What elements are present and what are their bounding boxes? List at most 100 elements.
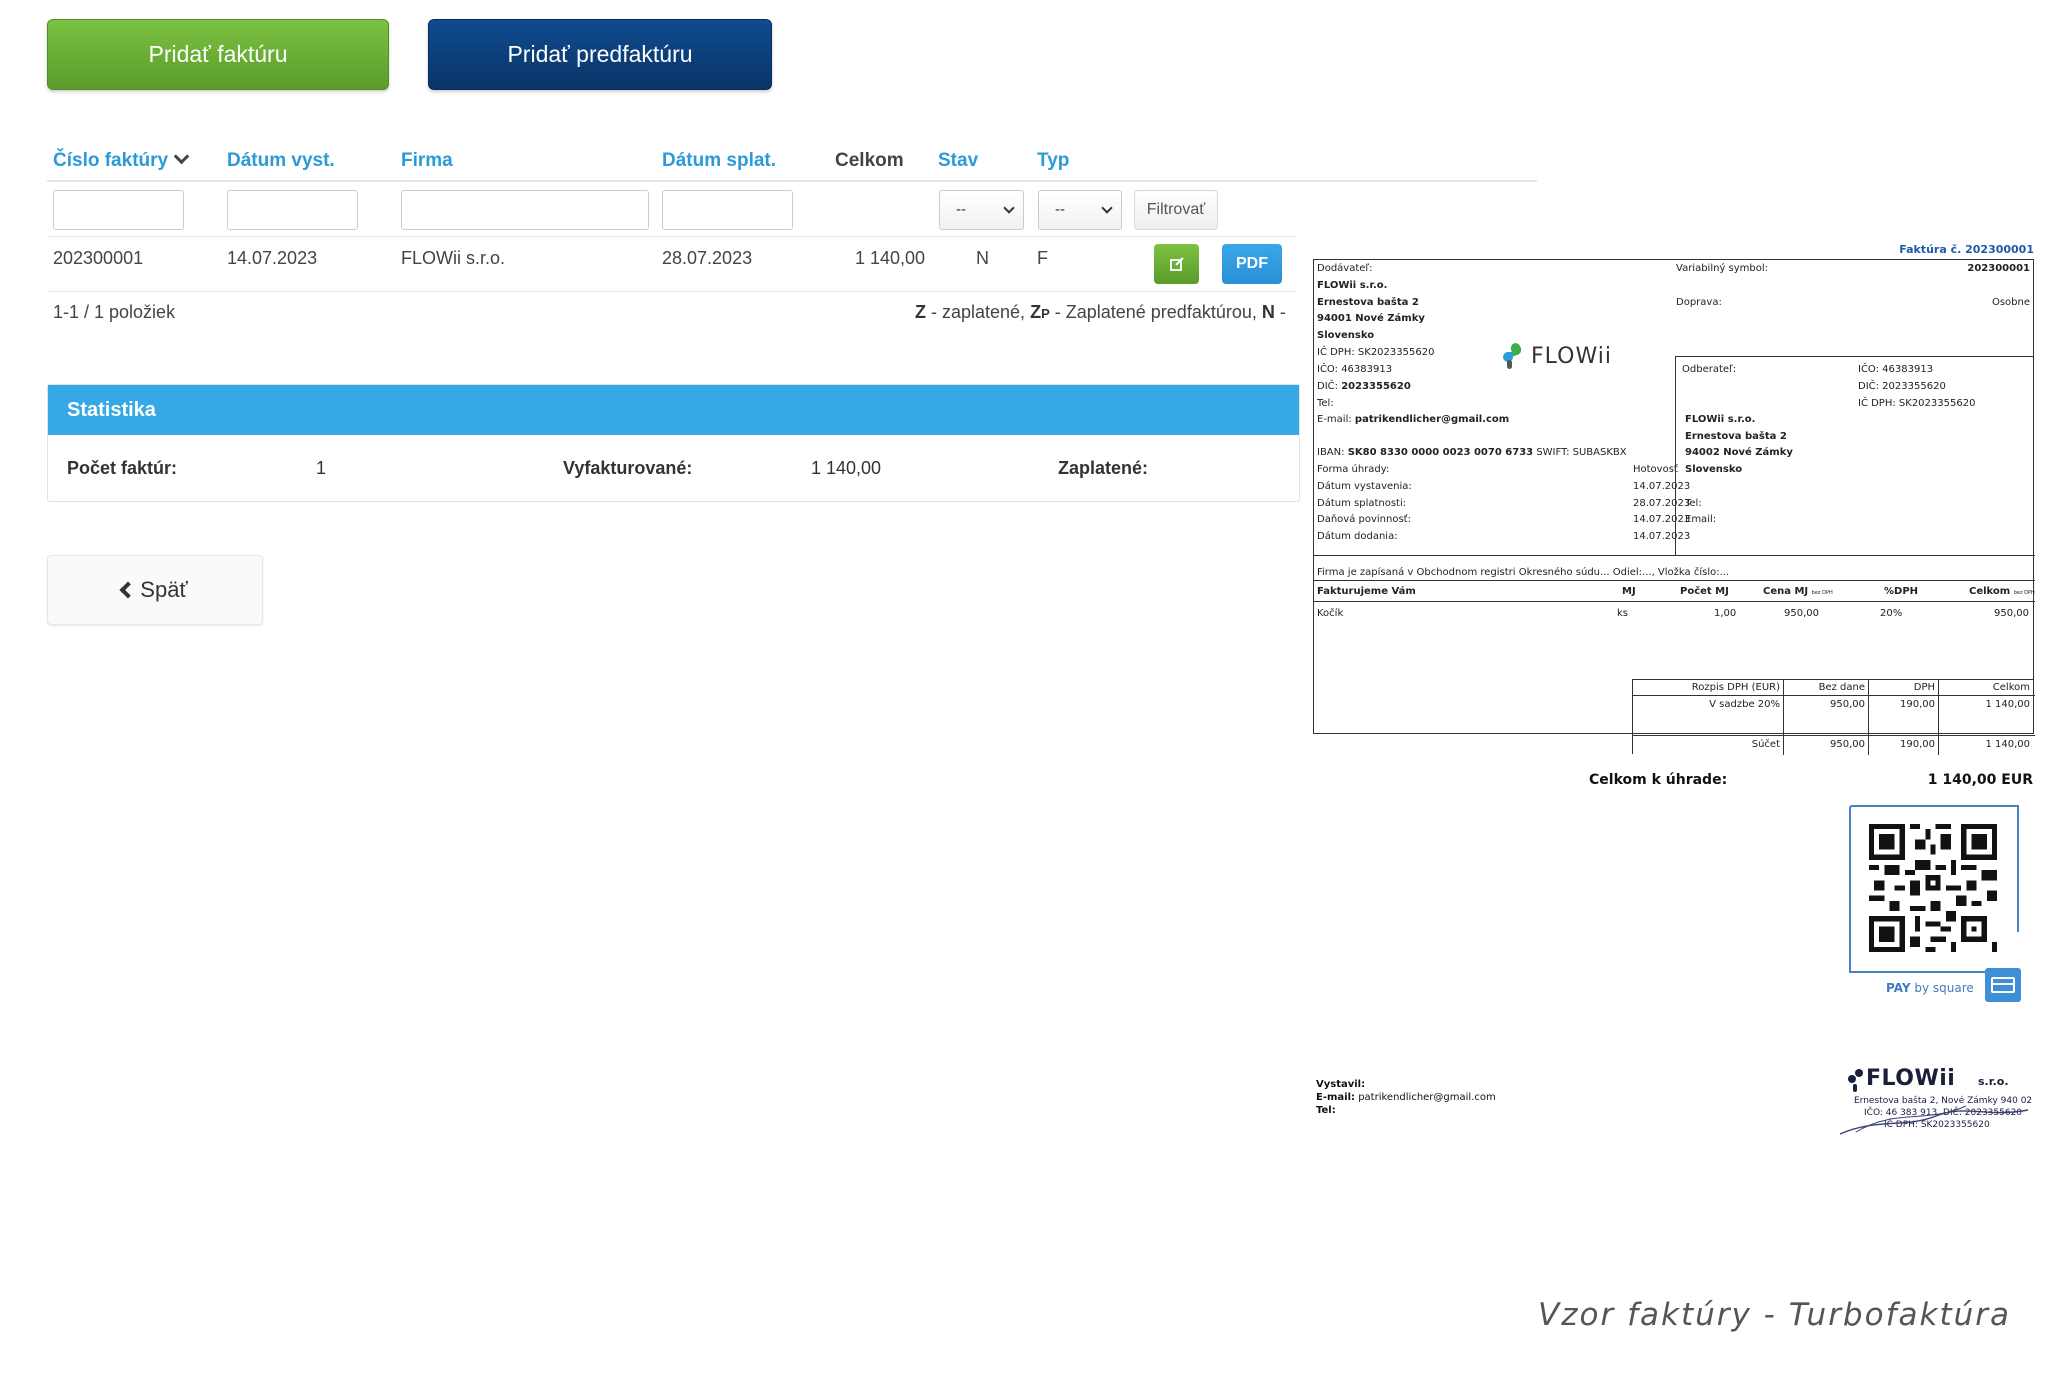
legend-zp-text: - Zaplatené predfaktúrou, [1049, 302, 1262, 322]
customer-label: Odberateľ: [1682, 364, 1737, 375]
issuer-label: Vystavil: [1316, 1079, 1366, 1090]
vat-sum-cell: 1 140,00 [1985, 739, 2030, 750]
column-due-date[interactable]: Dátum splat. [662, 150, 776, 172]
back-button[interactable]: Späť [47, 555, 263, 625]
items-header-price: Cena MJ bez DPH [1763, 586, 1833, 597]
chevron-down-icon [1101, 202, 1113, 214]
invoice-count-label: Počet faktúr: [67, 458, 178, 478]
edit-button[interactable] [1154, 244, 1199, 284]
variable-symbol-value: 202300001 [1967, 263, 2030, 274]
customer-ico: IČO: 46383913 [1858, 364, 1934, 375]
date-label: Dátum splatnosti: [1317, 498, 1407, 509]
transport-label: Doprava: [1676, 297, 1722, 308]
payment-method-value: Hotovosť [1633, 464, 1678, 475]
issuer-block: Vystavil: E-mail: patrikendlicher@gmail.… [1316, 1078, 1496, 1117]
customer-email: Email: [1685, 514, 1717, 525]
item-desc: Kočík [1317, 608, 1344, 619]
items-header-qty: Počet MJ [1680, 586, 1729, 597]
vat-header: Celkom [1992, 682, 2030, 693]
signature-icon [1839, 1105, 2029, 1135]
price-note: bez DPH [1811, 590, 1833, 596]
email-value: patrikendlicher@gmail.com [1354, 414, 1510, 425]
cell-type: F [1037, 248, 1048, 268]
divider [1314, 601, 2035, 602]
supplier-ico: IČO: 46383913 [1317, 364, 1392, 375]
supplier-tel: Tel: [1317, 398, 1334, 409]
statistics-title: Statistika [48, 385, 1299, 435]
add-proforma-button[interactable]: Pridať predfaktúru [428, 19, 772, 90]
date-value: 14.07.2023 [1633, 531, 1691, 542]
ico-label: IČO: [1317, 364, 1338, 375]
chevron-left-icon [119, 581, 137, 599]
dic-value: 2023355620 [1341, 381, 1411, 392]
back-label: Späť [140, 577, 188, 602]
supplier-street: Ernestova bašta 2 [1317, 297, 1419, 308]
dic-label: DIČ: [1317, 381, 1339, 392]
filter-status-select[interactable]: -- [939, 190, 1024, 230]
filter-company-input[interactable] [401, 190, 649, 230]
statistics-panel: Statistika Počet faktúr: 1 Vyfakturované… [47, 384, 1300, 502]
iban-label: IBAN: [1317, 447, 1345, 458]
customer-country: Slovensko [1685, 464, 1743, 475]
filter-type-select[interactable]: -- [1038, 190, 1122, 230]
divider [1868, 680, 1869, 755]
by-square-text: by square [1910, 981, 1974, 995]
swift-value: SWIFT: SUBASKBX [1536, 447, 1627, 458]
date-value: 14.07.2023 [1633, 481, 1691, 492]
column-company[interactable]: Firma [401, 150, 453, 172]
legend-zp: Z [1030, 302, 1042, 322]
invoice-count-value: 1 [316, 458, 327, 478]
vat-sum-cell: Súčet [1751, 739, 1780, 750]
item-vat: 20% [1880, 608, 1903, 619]
customer-tel: Tel: [1685, 498, 1702, 509]
divider [1314, 580, 2035, 581]
total-label: Celkom [1969, 586, 2011, 597]
chevron-down-icon [1003, 202, 1015, 214]
select-value: -- [1055, 201, 1065, 218]
pay-by-square-label: PAY by square [1886, 981, 1974, 995]
payment-method-label: Forma úhrady: [1317, 464, 1390, 475]
column-type[interactable]: Typ [1037, 150, 1069, 172]
vat-cell: 190,00 [1900, 699, 1935, 710]
add-invoice-button[interactable]: Pridať faktúru [47, 19, 389, 90]
items-header-desc: Fakturujeme Vám [1317, 586, 1416, 597]
cell-status: N [976, 248, 989, 268]
customer-name: FLOWii s.r.o. [1685, 414, 1756, 425]
invoice-table-header: Číslo faktúry Dátum vyst. Firma Dátum sp… [47, 146, 1537, 182]
issuer-tel: Tel: [1316, 1105, 1336, 1116]
column-status[interactable]: Stav [938, 150, 978, 172]
pdf-button[interactable]: PDF [1222, 244, 1282, 284]
invoiced-label: Vyfakturované: [563, 458, 693, 478]
items-header-total: Celkom bez DPH [1969, 586, 2035, 597]
variable-symbol-label: Variabilný symbol: [1676, 263, 1769, 274]
email-label: E-mail: [1317, 414, 1352, 425]
filter-due-date-input[interactable] [662, 190, 793, 230]
vat-header: Bez dane [1818, 682, 1865, 693]
divider [1633, 695, 2035, 696]
legend-n-text: - [1274, 302, 1286, 322]
company-stamp: FLOWii s.r.o. Ernestova bašta 2, Nové Zá… [1836, 1058, 2032, 1138]
filter-issue-date-input[interactable] [227, 190, 358, 230]
date-value: 28.07.2023 [1633, 498, 1691, 509]
bank-info: IBAN: SK80 8330 0000 0023 0070 6733 SWIF… [1317, 447, 1627, 458]
column-invoice-number[interactable]: Číslo faktúry [53, 148, 190, 172]
cell-invoice-number[interactable]: 202300001 [53, 248, 143, 269]
status-legend: Z - zaplatené, ZP - Zaplatené predfaktúr… [915, 302, 1286, 323]
total-note: bez DPH [2013, 590, 2035, 596]
column-issue-date[interactable]: Dátum vyst. [227, 150, 335, 172]
invoice-frame: Dodávateľ: FLOWii s.r.o. Ernestova bašta… [1313, 259, 2035, 755]
date-label: Dátum dodania: [1317, 531, 1398, 542]
credit-card-icon [1985, 968, 2021, 1002]
supplier-email: E-mail: patrikendlicher@gmail.com [1317, 414, 1509, 425]
item-price: 950,00 [1784, 608, 1819, 619]
vat-header: DPH [1913, 682, 1935, 693]
paid-label: Zaplatené: [1058, 458, 1149, 478]
legend-n: N [1261, 302, 1275, 322]
filter-invoice-number-input[interactable] [53, 190, 184, 230]
divider [1675, 356, 2034, 357]
supplier-label: Dodávateľ: [1317, 263, 1373, 274]
date-value: 14.07.2023 [1633, 514, 1691, 525]
filter-button[interactable]: Filtrovať [1134, 190, 1218, 230]
caption: Vzor faktúry - Turbofaktúra [1538, 1297, 2011, 1333]
logo-text: FLOWii [1531, 343, 1612, 369]
